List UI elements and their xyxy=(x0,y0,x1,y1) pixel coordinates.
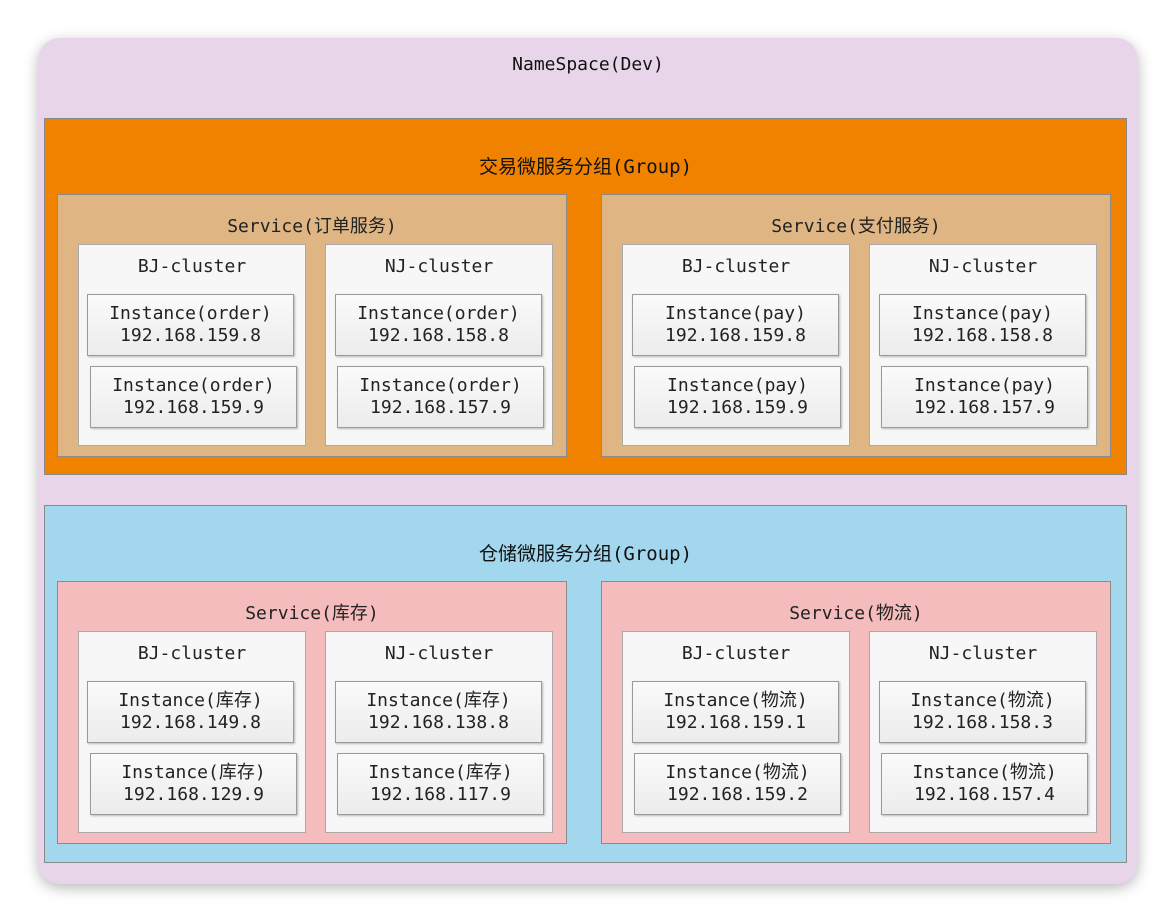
instance-name: Instance(pay) xyxy=(914,375,1055,396)
instance-name: Instance(order) xyxy=(112,375,275,396)
instance-ip: 192.168.159.9 xyxy=(667,397,808,418)
instance-box: Instance(order) 192.168.158.8 xyxy=(335,294,542,356)
instance-box: Instance(物流) 192.168.159.2 xyxy=(634,753,841,815)
group-trade: 交易微服务分组(Group) Service(订单服务) BJ-cluster … xyxy=(44,118,1127,475)
instance-ip: 192.168.138.8 xyxy=(368,712,509,733)
instance-ip: 192.168.159.9 xyxy=(123,397,264,418)
instance-ip: 192.168.157.4 xyxy=(914,784,1055,805)
instance-name: Instance(物流) xyxy=(665,762,810,783)
instance-ip: 192.168.149.8 xyxy=(120,712,261,733)
group-warehouse: 仓储微服务分组(Group) Service(库存) BJ-cluster In… xyxy=(44,505,1127,863)
service-title: Service(库存) xyxy=(245,603,379,624)
namespace-title: NameSpace(Dev) xyxy=(512,54,664,75)
instance-box: Instance(order) 192.168.159.9 xyxy=(90,366,297,428)
cluster-title: NJ-cluster xyxy=(928,256,1038,277)
instance-box: Instance(pay) 192.168.159.9 xyxy=(634,366,841,428)
cluster-title: NJ-cluster xyxy=(928,643,1038,664)
instance-name: Instance(库存) xyxy=(121,762,266,783)
group-title: 仓储微服务分组(Group) xyxy=(478,543,693,565)
instance-box: Instance(物流) 192.168.158.3 xyxy=(879,681,1086,743)
instance-name: Instance(库存) xyxy=(118,690,263,711)
cluster-bj: BJ-cluster Instance(物流) 192.168.159.1 In… xyxy=(622,631,850,833)
cluster-nj: NJ-cluster Instance(物流) 192.168.158.3 In… xyxy=(869,631,1097,833)
cluster-nj: NJ-cluster Instance(order) 192.168.158.8… xyxy=(325,244,553,446)
service-title: Service(订单服务) xyxy=(227,216,397,237)
instance-ip: 192.168.159.2 xyxy=(667,784,808,805)
instance-ip: 192.168.157.9 xyxy=(370,397,511,418)
instance-ip: 192.168.157.9 xyxy=(914,397,1055,418)
service-title: Service(支付服务) xyxy=(771,216,941,237)
instance-ip: 192.168.129.9 xyxy=(123,784,264,805)
instance-name: Instance(库存) xyxy=(366,690,511,711)
instance-box: Instance(order) 192.168.159.8 xyxy=(87,294,294,356)
instance-box: Instance(库存) 192.168.149.8 xyxy=(87,681,294,743)
instance-ip: 192.168.158.3 xyxy=(912,712,1053,733)
cluster-nj: NJ-cluster Instance(pay) 192.168.158.8 I… xyxy=(869,244,1097,446)
instance-name: Instance(物流) xyxy=(910,690,1055,711)
instance-name: Instance(pay) xyxy=(667,375,808,396)
instance-ip: 192.168.159.1 xyxy=(665,712,806,733)
namespace-box: NameSpace(Dev) 交易微服务分组(Group) Service(订单… xyxy=(38,38,1138,884)
instance-box: Instance(pay) 192.168.159.8 xyxy=(632,294,839,356)
instance-ip: 192.168.117.9 xyxy=(370,784,511,805)
cluster-title: NJ-cluster xyxy=(384,256,494,277)
service-pay: Service(支付服务) BJ-cluster Instance(pay) 1… xyxy=(601,194,1111,457)
service-logistics: Service(物流) BJ-cluster Instance(物流) 192.… xyxy=(601,581,1111,844)
cluster-title: BJ-cluster xyxy=(681,643,791,664)
instance-name: Instance(物流) xyxy=(912,762,1057,783)
cluster-nj: NJ-cluster Instance(库存) 192.168.138.8 In… xyxy=(325,631,553,833)
instance-box: Instance(pay) 192.168.157.9 xyxy=(881,366,1088,428)
service-inventory: Service(库存) BJ-cluster Instance(库存) 192.… xyxy=(57,581,567,844)
instance-box: Instance(order) 192.168.157.9 xyxy=(337,366,544,428)
instance-name: Instance(pay) xyxy=(912,303,1053,324)
instance-box: Instance(库存) 192.168.129.9 xyxy=(90,753,297,815)
instance-ip: 192.168.159.8 xyxy=(665,325,806,346)
instance-name: Instance(order) xyxy=(357,303,520,324)
cluster-bj: BJ-cluster Instance(order) 192.168.159.8… xyxy=(78,244,306,446)
cluster-title: BJ-cluster xyxy=(137,643,247,664)
cluster-bj: BJ-cluster Instance(pay) 192.168.159.8 I… xyxy=(622,244,850,446)
instance-ip: 192.168.159.8 xyxy=(120,325,261,346)
cluster-title: BJ-cluster xyxy=(681,256,791,277)
instance-ip: 192.168.158.8 xyxy=(912,325,1053,346)
cluster-title: NJ-cluster xyxy=(384,643,494,664)
instance-box: Instance(库存) 192.168.117.9 xyxy=(337,753,544,815)
instance-box: Instance(物流) 192.168.159.1 xyxy=(632,681,839,743)
service-title: Service(物流) xyxy=(789,603,923,624)
instance-name: Instance(物流) xyxy=(663,690,808,711)
instance-name: Instance(order) xyxy=(359,375,522,396)
instance-box: Instance(库存) 192.168.138.8 xyxy=(335,681,542,743)
instance-name: Instance(pay) xyxy=(665,303,806,324)
cluster-title: BJ-cluster xyxy=(137,256,247,277)
instance-box: Instance(pay) 192.168.158.8 xyxy=(879,294,1086,356)
instance-box: Instance(物流) 192.168.157.4 xyxy=(881,753,1088,815)
instance-ip: 192.168.158.8 xyxy=(368,325,509,346)
instance-name: Instance(库存) xyxy=(368,762,513,783)
instance-name: Instance(order) xyxy=(109,303,272,324)
group-title: 交易微服务分组(Group) xyxy=(478,156,693,178)
cluster-bj: BJ-cluster Instance(库存) 192.168.149.8 In… xyxy=(78,631,306,833)
service-order: Service(订单服务) BJ-cluster Instance(order)… xyxy=(57,194,567,457)
